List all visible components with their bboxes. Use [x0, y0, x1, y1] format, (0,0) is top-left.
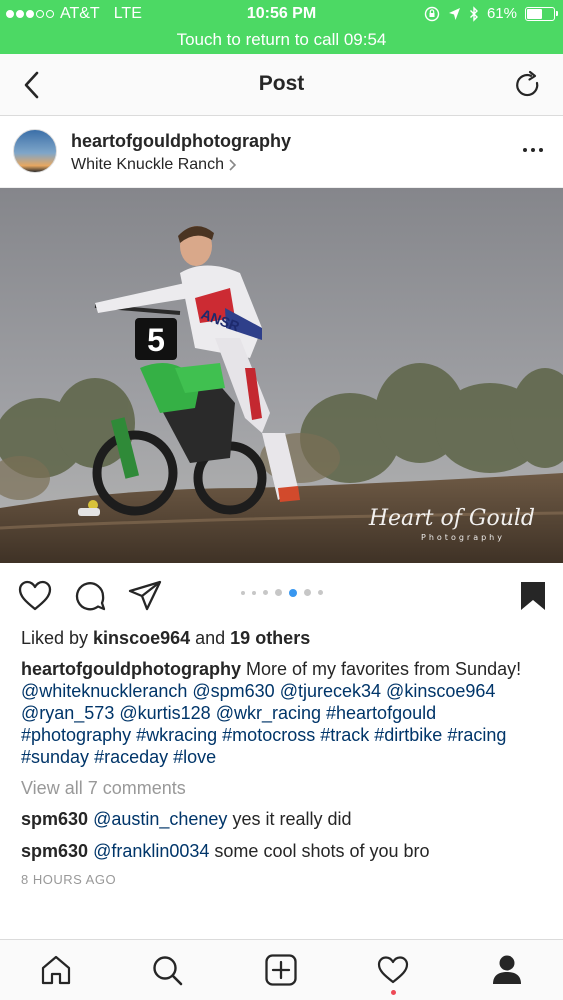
comment-username[interactable]: spm630: [21, 809, 88, 829]
battery-percent: 61%: [486, 5, 517, 22]
comment-username[interactable]: spm630: [21, 841, 88, 861]
location-arrow-icon: [448, 7, 460, 20]
watermark-sub: Photography: [421, 533, 505, 542]
nav-bar: Post: [0, 54, 563, 116]
caption-hashtag[interactable]: #wkracing: [136, 725, 217, 745]
caption-mention[interactable]: @wkr_racing: [216, 703, 321, 723]
caption-mention[interactable]: @tjurecek34: [280, 681, 381, 701]
post-location[interactable]: White Knuckle Ranch: [71, 156, 237, 174]
post-header: heartofgouldphotography White Knuckle Ra…: [0, 116, 563, 188]
post-caption: heartofgouldphotography More of my favor…: [21, 658, 546, 768]
likes-summary[interactable]: Liked by kinscoe964 and 19 others: [21, 628, 310, 649]
bottom-tab-bar: [0, 939, 563, 1000]
caption-mention[interactable]: @whiteknuckleranch: [21, 681, 187, 701]
comment-mention[interactable]: @franklin0034: [93, 841, 209, 861]
caption-mention[interactable]: @kurtis128: [119, 703, 210, 723]
bookmark-icon[interactable]: [515, 578, 551, 614]
return-to-call-banner[interactable]: Touch to return to call 09:54: [0, 28, 563, 54]
carousel-dot: [251, 590, 256, 595]
add-post-icon[interactable]: [264, 953, 298, 987]
carousel-dot: [317, 590, 323, 595]
activity-notification-dot: [391, 990, 396, 995]
caption-hashtag[interactable]: #racing: [447, 725, 506, 745]
status-bar: AT&T LTE 10:56 PM 61%: [0, 0, 563, 28]
post-action-bar: [0, 572, 563, 620]
home-icon[interactable]: [39, 953, 73, 987]
caption-hashtag[interactable]: #sunday: [21, 747, 89, 767]
page-title: Post: [258, 72, 305, 95]
comment-text: yes it really did: [232, 809, 352, 829]
profile-icon[interactable]: [490, 953, 524, 987]
caption-hashtag[interactable]: #track: [320, 725, 369, 745]
chevron-right-icon: [229, 159, 237, 171]
carousel-dot: [303, 589, 311, 596]
bluetooth-icon: [469, 5, 478, 22]
post-username[interactable]: heartofgouldphotography: [71, 131, 291, 152]
carousel-indicator: [0, 588, 563, 597]
carousel-dot: [288, 588, 297, 597]
carousel-dot: [240, 590, 245, 595]
post-photo[interactable]: 5 ANSR Heart of Gould Photography: [0, 188, 563, 563]
caption-hashtag[interactable]: #motocross: [222, 725, 315, 745]
comment-mention[interactable]: @austin_cheney: [93, 809, 227, 829]
caption-mention[interactable]: @kinscoe964: [386, 681, 495, 701]
location-label: White Knuckle Ranch: [71, 156, 224, 173]
likes-middle: and: [190, 628, 231, 648]
watermark: Heart of Gould: [368, 506, 535, 531]
battery-fill: [527, 8, 542, 19]
more-options-icon[interactable]: [523, 140, 543, 160]
battery-icon: [525, 6, 558, 21]
caption-hashtag[interactable]: #dirtbike: [374, 725, 442, 745]
caption-text: More of my favorites from Sunday!: [246, 659, 522, 679]
view-all-comments-link[interactable]: View all 7 comments: [21, 778, 186, 799]
activity-heart-icon[interactable]: [376, 953, 410, 987]
comment-item: spm630 @franklin0034 some cool shots of …: [21, 841, 430, 862]
caption-hashtag[interactable]: #love: [173, 747, 216, 767]
caption-hashtag[interactable]: #heartofgould: [326, 703, 436, 723]
caption-username[interactable]: heartofgouldphotography: [21, 659, 241, 679]
search-icon[interactable]: [150, 953, 184, 987]
orientation-lock-icon: [424, 6, 440, 21]
caption-hashtag[interactable]: #photography: [21, 725, 131, 745]
avatar[interactable]: [13, 129, 57, 173]
likes-user[interactable]: kinscoe964: [93, 628, 190, 648]
likes-prefix: Liked by: [21, 628, 94, 648]
likes-others[interactable]: 19 others: [230, 628, 310, 648]
carousel-dot: [274, 589, 282, 596]
comment-text: some cool shots of you bro: [214, 841, 430, 861]
bib-number: 5: [147, 322, 165, 358]
post-timestamp: 8 HOURS AGO: [21, 872, 117, 887]
comment-item: spm630 @austin_cheney yes it really did: [21, 809, 352, 830]
caption-mention[interactable]: @spm630: [192, 681, 274, 701]
refresh-icon[interactable]: [513, 70, 543, 100]
status-right: 61%: [424, 5, 558, 22]
caption-mention[interactable]: @ryan_573: [21, 703, 114, 723]
caption-hashtag[interactable]: #raceday: [94, 747, 168, 767]
carousel-dot: [262, 590, 268, 595]
